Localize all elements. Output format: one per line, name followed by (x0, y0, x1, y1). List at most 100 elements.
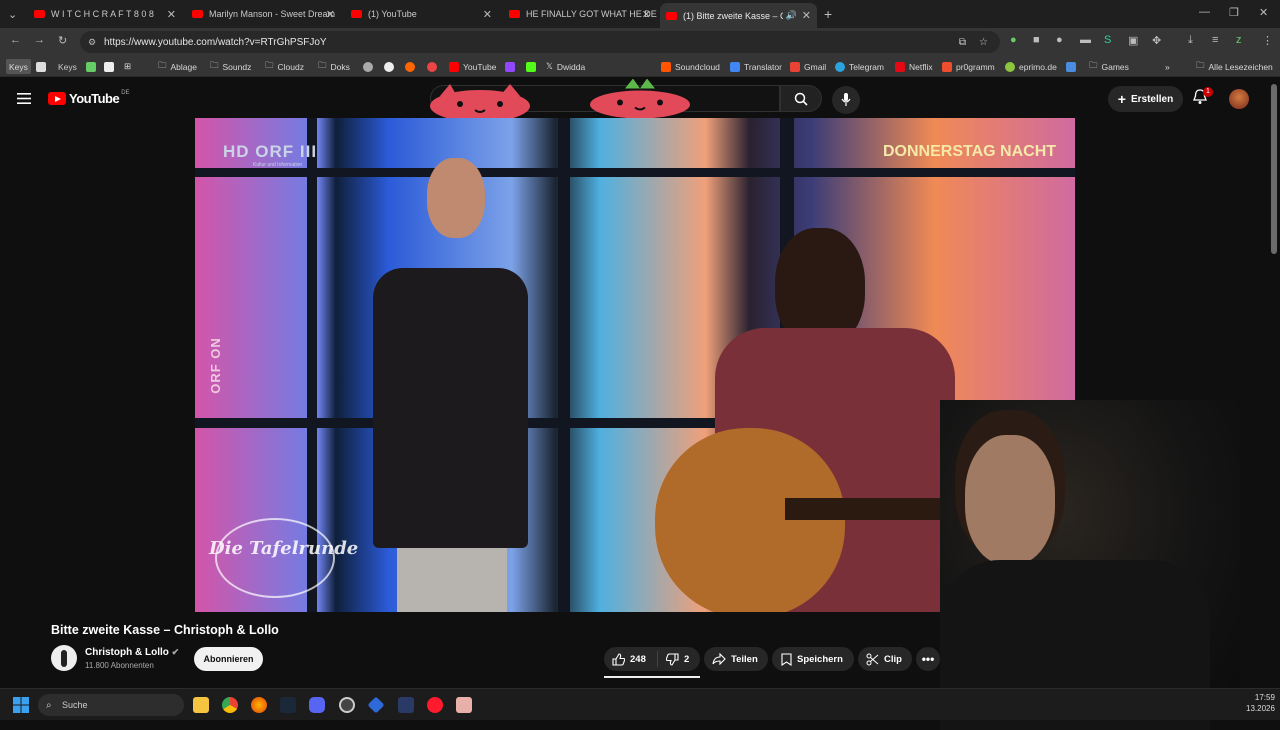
bookmark-eprimo[interactable]: eprimo.de (1005, 59, 1057, 74)
windows-start-icon[interactable] (13, 697, 29, 713)
channel-name-row[interactable]: Christoph & Lollo ✔ (85, 647, 179, 658)
bookmark-gmail[interactable]: Gmail (790, 59, 826, 74)
stage-pillar (558, 118, 570, 612)
voice-search-button[interactable] (832, 86, 860, 114)
bookmark-icon-item[interactable] (405, 59, 419, 74)
back-icon[interactable]: ← (10, 34, 21, 46)
bookmark-icon-item[interactable] (427, 59, 441, 74)
reload-icon[interactable]: ↻ (58, 34, 67, 47)
bookmark-folder-games[interactable]: 🗀 Games (1089, 59, 1129, 74)
share-button[interactable]: Teilen (704, 647, 768, 671)
bookmark-folder-ablage[interactable]: 🗀 Ablage (158, 59, 197, 74)
extension-icon[interactable]: ▬ (1080, 34, 1091, 46)
extension-icon[interactable]: ● (1056, 34, 1063, 46)
download-icon[interactable]: ⤓ (1188, 34, 1193, 47)
hamburger-menu-icon[interactable] (17, 93, 31, 104)
file-explorer-icon[interactable] (193, 697, 209, 713)
clock[interactable]: 17:59 13.2026 (1246, 693, 1275, 713)
like-button[interactable]: 248 (604, 651, 658, 667)
audio-playing-icon[interactable]: 🔊 (786, 10, 797, 21)
create-button[interactable]: + Erstellen (1108, 86, 1183, 112)
extension-icon[interactable]: ● (1010, 34, 1017, 46)
tab-witchcraft[interactable]: W I T C H C R A F T 8 0 8 ✕ (28, 3, 182, 25)
bookmark-icon-item[interactable] (36, 59, 50, 74)
close-tab-icon[interactable]: ✕ (483, 8, 492, 21)
bookmark-keys[interactable]: Keys (6, 59, 31, 74)
discord-icon[interactable] (309, 697, 325, 713)
search-button[interactable] (780, 85, 822, 112)
save-button[interactable]: Speichern (772, 647, 854, 671)
subscribe-button[interactable]: Abonnieren (194, 647, 263, 671)
bookmark-translator[interactable]: Translator (730, 59, 782, 74)
extension-icon[interactable]: ■ (1033, 34, 1040, 46)
page-scrollbar[interactable] (1271, 84, 1277, 254)
app-icon[interactable] (367, 696, 385, 714)
new-tab-icon[interactable]: + (824, 6, 832, 22)
channel-avatar[interactable] (51, 645, 77, 671)
profile-icon[interactable]: z (1236, 34, 1242, 46)
extensions-puzzle-icon[interactable]: ✥ (1152, 34, 1161, 47)
bookmark-icon-item[interactable]: ⊞ (124, 59, 131, 74)
opera-icon[interactable] (427, 697, 443, 713)
youtube-logo[interactable]: YouTube DE (48, 90, 130, 106)
chrome-icon[interactable] (222, 697, 238, 713)
more-actions-button[interactable]: ••• (916, 647, 940, 671)
bookmark-star-icon[interactable]: ☆ (979, 37, 988, 48)
image-app-icon[interactable] (456, 697, 472, 713)
bookmark-keys-2[interactable]: Keys (58, 59, 77, 74)
bookmark-folder-doks[interactable]: 🗀 Doks (318, 59, 350, 74)
red-icon (427, 61, 437, 72)
media-control-icon[interactable]: ≡ (1212, 34, 1218, 46)
close-tab-icon[interactable]: ✕ (642, 8, 651, 21)
youtube-play-icon (48, 92, 66, 105)
clip-label: Clip (884, 653, 902, 665)
steam-icon[interactable] (280, 697, 296, 713)
audio-app-icon[interactable] (398, 697, 414, 713)
bookmark-soundcloud[interactable]: Soundcloud (661, 59, 720, 74)
minimize-icon[interactable]: — (1199, 6, 1210, 18)
close-tab-icon[interactable]: ✕ (326, 8, 335, 21)
tab-bitte-zweite-kasse[interactable]: (1) Bitte zweite Kasse – Chri🔊 ✕ (660, 3, 817, 28)
site-info-icon[interactable]: ⚙ (88, 37, 96, 48)
bookmark-icon-item[interactable] (363, 59, 377, 74)
bookmark-icon-item[interactable] (505, 59, 519, 74)
obs-icon[interactable] (339, 697, 355, 713)
tab-search-icon[interactable]: ⌄ (8, 8, 17, 21)
bookmark-telegram[interactable]: Telegram (835, 59, 884, 74)
bookmark-folder-soundz[interactable]: 🗀 Soundz (210, 59, 251, 74)
pr0gramm-icon (942, 61, 952, 72)
bookmark-icon-item[interactable] (104, 59, 118, 74)
clip-button[interactable]: Clip (858, 647, 912, 671)
forward-icon[interactable]: → (34, 34, 45, 46)
close-window-icon[interactable]: ✕ (1259, 6, 1268, 19)
address-bar[interactable]: ⚙ https://www.youtube.com/watch?v=RTrGhP… (80, 31, 1000, 53)
taskbar-search[interactable]: ⌕ Suche (38, 694, 184, 716)
extension-icon[interactable]: ▣ (1128, 34, 1138, 47)
more-horizontal-icon: ••• (921, 652, 935, 666)
bookmark-icon-item[interactable] (86, 59, 100, 74)
tab-youtube[interactable]: (1) YouTube ✕ (345, 3, 498, 25)
menu-kebab-icon[interactable]: ⋮ (1262, 34, 1273, 47)
bookmark-label: Cloudz (277, 61, 304, 72)
bookmark-icon-item[interactable] (384, 59, 398, 74)
bookmark-icon-item[interactable] (526, 59, 540, 74)
tab-he-finally[interactable]: HE FINALLY GOT WHAT HE DES ✕ (503, 3, 657, 25)
bookmark-youtube[interactable]: YouTube (449, 59, 496, 74)
bookmark-pr0gramm[interactable]: pr0gramm (942, 59, 995, 74)
bookmark-folder-cloudz[interactable]: 🗀 Cloudz (265, 59, 304, 74)
bookmark-netflix[interactable]: Netflix (895, 59, 933, 74)
restore-icon[interactable]: ❐ (1229, 6, 1239, 19)
tab-marilyn-manson[interactable]: Marilyn Manson - Sweet Dream ✕ (186, 3, 341, 25)
cast-icon[interactable]: ⧉ (959, 37, 966, 48)
bookmark-dwidda[interactable]: 𝕏 Dwidda (546, 59, 585, 74)
account-avatar[interactable] (1229, 89, 1249, 109)
bookmarks-overflow-icon[interactable]: » (1165, 59, 1170, 74)
close-tab-icon[interactable]: ✕ (802, 9, 811, 22)
close-tab-icon[interactable]: ✕ (167, 8, 176, 21)
extension-icon[interactable]: S (1104, 34, 1111, 46)
bookmark-folder-all[interactable]: 🗀 Alle Lesezeichen (1196, 59, 1273, 74)
logo-text: YouTube (69, 91, 120, 106)
bookmark-icon-item[interactable] (1066, 59, 1080, 74)
firefox-icon[interactable] (251, 697, 267, 713)
dislike-button[interactable]: 2 (658, 652, 689, 666)
